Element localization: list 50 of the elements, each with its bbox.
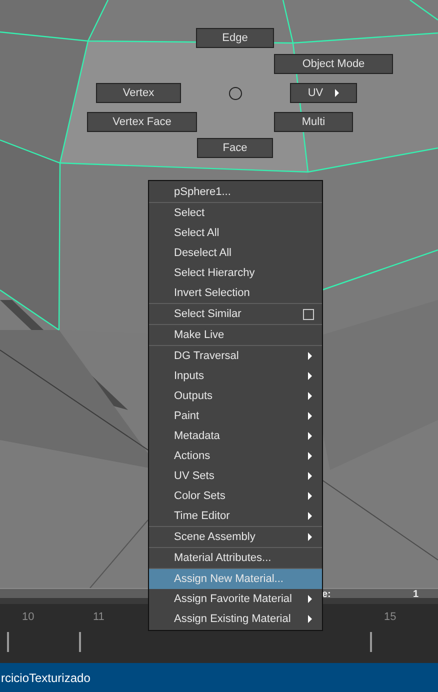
menu-item[interactable]: Inputs (149, 366, 322, 386)
marking-menu-button[interactable]: Object Mode (274, 54, 393, 74)
menu-item[interactable]: Scene Assembly (149, 527, 322, 547)
menu-item[interactable]: pSphere1... (149, 182, 322, 202)
menu-item[interactable]: Select (149, 203, 322, 223)
menu-item[interactable]: DG Traversal (149, 346, 322, 366)
submenu-arrow-icon (308, 432, 312, 440)
menu-item[interactable]: Material Attributes... (149, 548, 322, 568)
menu-item[interactable]: Select Similar (149, 304, 322, 324)
menu-item[interactable]: Deselect All (149, 243, 322, 263)
frame-tick (79, 632, 81, 652)
menu-item[interactable]: Outputs (149, 386, 322, 406)
submenu-arrow-icon (308, 412, 312, 420)
submenu-arrow-icon (308, 472, 312, 480)
menu-item[interactable]: Assign Favorite Material (149, 589, 322, 609)
submenu-arrow-icon (308, 392, 312, 400)
menu-item[interactable]: Time Editor (149, 506, 322, 526)
menu-item[interactable]: Assign Existing Material (149, 609, 322, 629)
submenu-arrow-icon (308, 533, 312, 541)
frame-tick (7, 632, 9, 652)
menu-item[interactable]: Paint (149, 406, 322, 426)
submenu-arrow-icon (308, 452, 312, 460)
option-box-icon[interactable] (303, 308, 314, 320)
menu-item[interactable]: Color Sets (149, 486, 322, 506)
marking-menu-button[interactable]: UV (290, 83, 357, 103)
submenu-arrow-icon (308, 352, 312, 360)
frame-tick (370, 632, 372, 652)
frame-number: 10 (22, 610, 34, 625)
menu-item[interactable]: Actions (149, 446, 322, 466)
submenu-arrow-icon (308, 512, 312, 520)
frame-number: 11 (93, 610, 104, 625)
menu-item[interactable]: UV Sets (149, 466, 322, 486)
submenu-arrow-icon (308, 595, 312, 603)
marking-menu-button[interactable]: Vertex (96, 83, 181, 103)
channel-value: 1 (413, 590, 419, 600)
submenu-arrow-icon (308, 492, 312, 500)
submenu-arrow-icon (308, 615, 312, 623)
marking-menu-button[interactable]: Vertex Face (87, 112, 197, 132)
menu-item[interactable]: Invert Selection (149, 283, 322, 303)
marking-menu-button[interactable]: Edge (196, 28, 274, 48)
submenu-arrow-icon (335, 89, 340, 97)
menu-item[interactable]: Make Live (149, 325, 322, 345)
marking-menu-button[interactable]: Multi (274, 112, 353, 132)
menu-item[interactable]: Select Hierarchy (149, 263, 322, 283)
submenu-arrow-icon (308, 372, 312, 380)
menu-item[interactable]: Metadata (149, 426, 322, 446)
menu-item[interactable]: Select All (149, 223, 322, 243)
frame-number: 15 (384, 610, 396, 625)
marking-menu-button[interactable]: Face (197, 138, 273, 158)
status-text: rcicioTexturizado (0, 670, 90, 686)
